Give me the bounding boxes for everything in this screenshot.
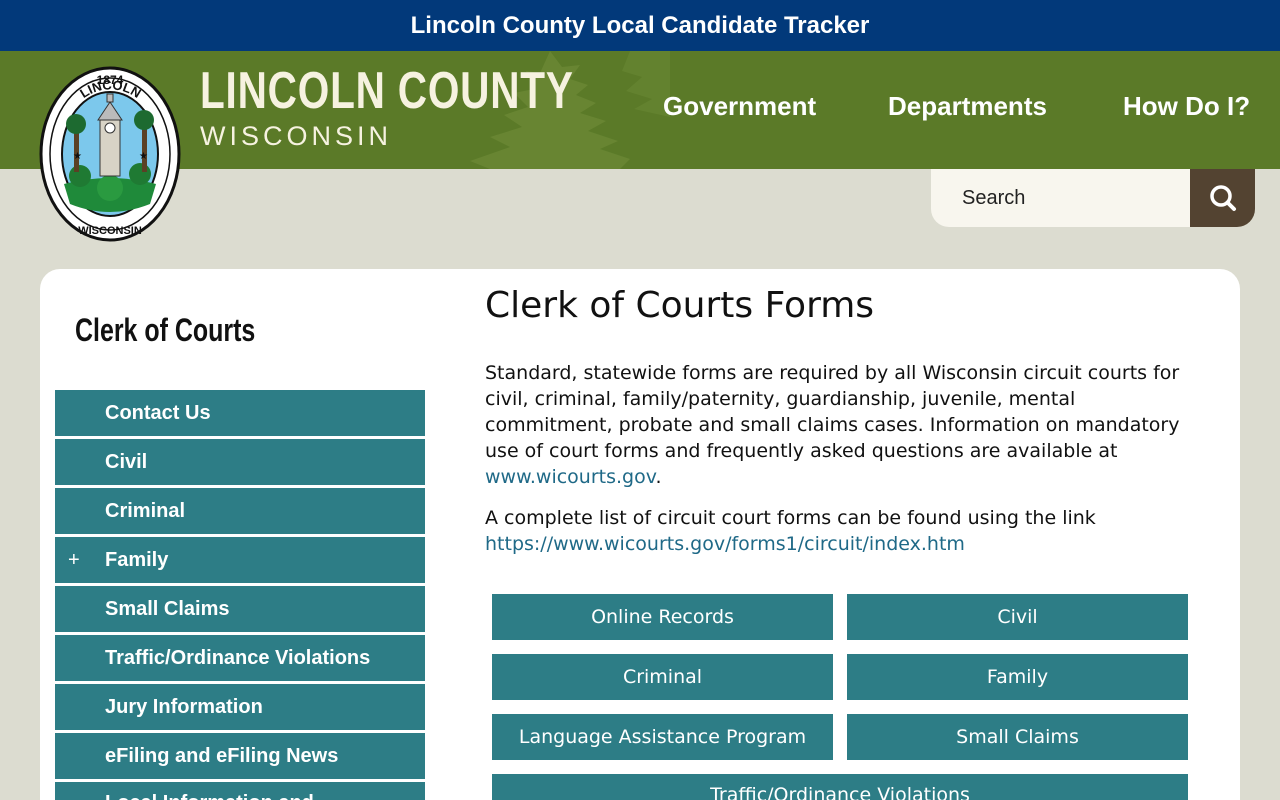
sidebar-item-label: Contact Us xyxy=(105,401,211,424)
intro-text: Standard, statewide forms are required b… xyxy=(485,362,1180,462)
sidebar-item-label: Local Information and... xyxy=(105,792,331,800)
online-records-button[interactable]: Online Records xyxy=(492,594,833,640)
search-button[interactable] xyxy=(1190,169,1255,227)
sidebar-item-local-information[interactable]: Local Information and... xyxy=(55,782,425,800)
nav-how-do-i[interactable]: How Do I? xyxy=(1123,93,1250,119)
sidebar-item-family[interactable]: + Family xyxy=(55,537,425,583)
sidebar-item-contact-us[interactable]: Contact Us xyxy=(55,390,425,436)
circuit-forms-link[interactable]: https://www.wicourts.gov/forms1/circuit/… xyxy=(485,533,965,555)
state-name: WISCONSIN xyxy=(200,121,393,151)
expand-plus-icon[interactable]: + xyxy=(68,549,80,572)
page-title: Clerk of Courts Forms xyxy=(485,285,875,326)
forms-list-text: A complete list of circuit court forms c… xyxy=(485,507,1096,529)
wicourts-link[interactable]: www.wicourts.gov xyxy=(485,466,656,488)
nav-departments[interactable]: Departments xyxy=(888,93,1047,119)
sidebar-item-label: Traffic/Ordinance Violations xyxy=(105,646,371,669)
traffic-ordinance-button[interactable]: Traffic/Ordinance Violations xyxy=(492,774,1188,800)
small-claims-button[interactable]: Small Claims xyxy=(847,714,1188,760)
svg-text:★: ★ xyxy=(73,151,82,162)
county-name: LINCOLN COUNTY xyxy=(200,62,574,120)
forms-list-paragraph: A complete list of circuit court forms c… xyxy=(485,505,1125,557)
sidebar-item-criminal[interactable]: Criminal xyxy=(55,488,425,534)
seal-year: 1874 xyxy=(97,73,124,87)
county-seal-logo[interactable]: ★ ★ LINCOLN 1874 WISCONSIN xyxy=(38,64,183,244)
top-banner: Lincoln County Local Candidate Tracker xyxy=(0,0,1280,51)
search-icon xyxy=(1209,185,1236,211)
sidebar-item-label: Small Claims xyxy=(105,597,230,620)
sidebar-item-label: Civil xyxy=(105,450,148,473)
sidebar-item-label: Jury Information xyxy=(105,695,263,718)
criminal-button[interactable]: Criminal xyxy=(492,654,833,700)
sidebar-item-traffic-ordinance[interactable]: Traffic/Ordinance Violations xyxy=(55,635,425,681)
site-header: LINCOLN COUNTY WISCONSIN Government Depa… xyxy=(0,51,1280,169)
sidebar-title: Clerk of Courts xyxy=(75,312,256,348)
sidebar-item-efiling[interactable]: eFiling and eFiling News xyxy=(55,733,425,779)
sidebar-item-label: eFiling and eFiling News xyxy=(105,744,339,767)
search-box xyxy=(931,169,1255,227)
sidebar-item-jury-information[interactable]: Jury Information xyxy=(55,684,425,730)
civil-button[interactable]: Civil xyxy=(847,594,1188,640)
svg-text:★: ★ xyxy=(139,151,148,162)
intro-paragraph: Standard, statewide forms are required b… xyxy=(485,360,1190,490)
seal-bottom-text: WISCONSIN xyxy=(78,225,142,237)
sidebar-item-civil[interactable]: Civil xyxy=(55,439,425,485)
sidebar-item-label: Criminal xyxy=(105,499,186,522)
sidebar-item-label: Family xyxy=(105,548,169,571)
candidate-tracker-link[interactable]: Lincoln County Local Candidate Tracker xyxy=(411,12,870,40)
intro-end: . xyxy=(655,466,662,488)
family-button[interactable]: Family xyxy=(847,654,1188,700)
sidebar-item-small-claims[interactable]: Small Claims xyxy=(55,586,425,632)
search-input[interactable] xyxy=(931,169,1191,227)
nav-government[interactable]: Government xyxy=(663,93,816,119)
language-assistance-button[interactable]: Language Assistance Program xyxy=(492,714,833,760)
